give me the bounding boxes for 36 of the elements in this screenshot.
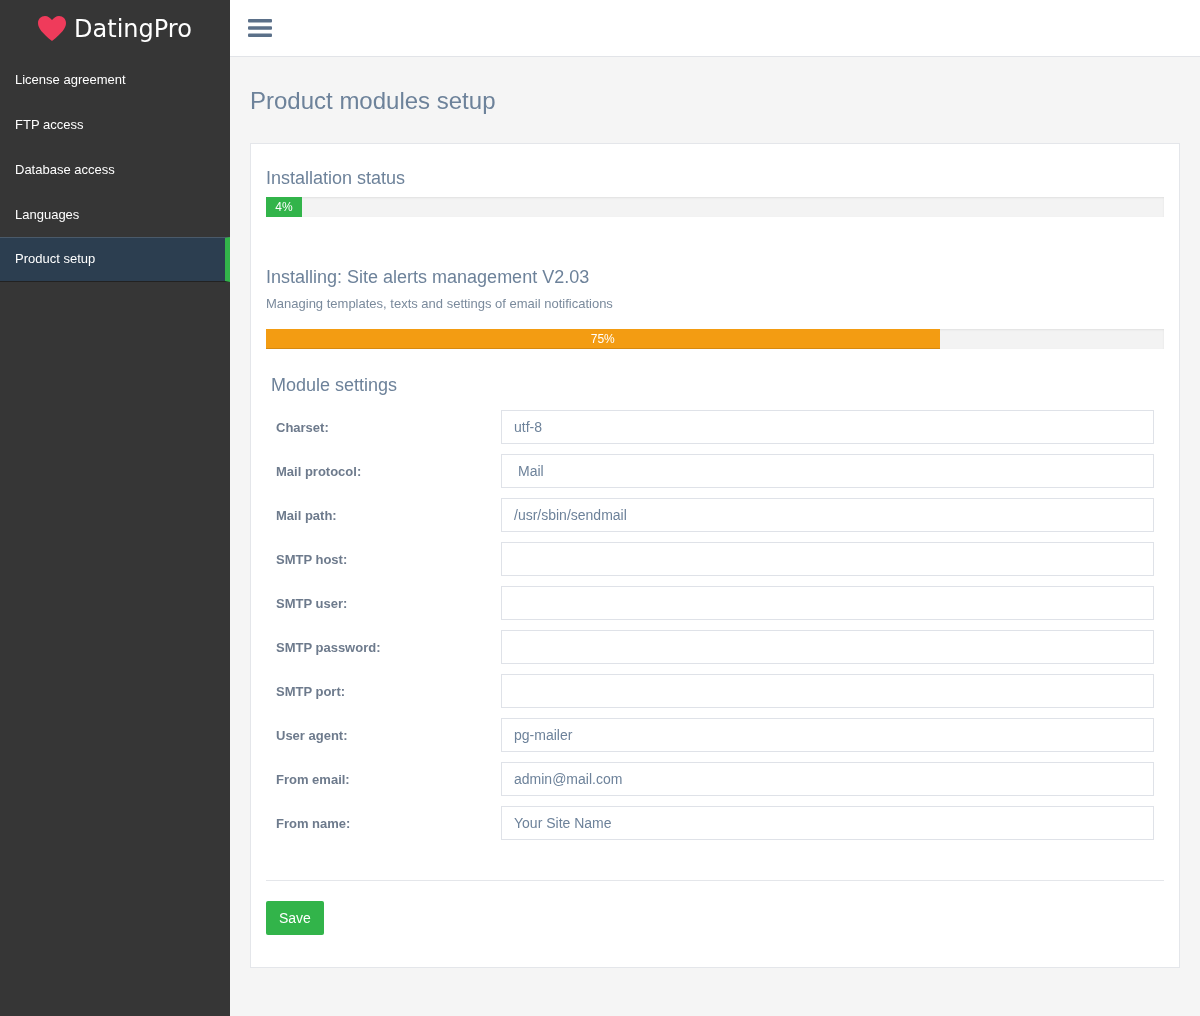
field-label: From email: <box>276 771 351 787</box>
field-label: Mail path: <box>276 507 338 523</box>
sidebar-item[interactable]: Product setup <box>0 237 230 282</box>
section-title: Module settings <box>271 375 399 396</box>
input-field[interactable] <box>501 586 1154 620</box>
progress-fill: 4% <box>266 197 302 217</box>
field-label: From name: <box>276 815 352 831</box>
module-description: Managing templates, texts and settings of email notifications <box>266 296 614 311</box>
input-field[interactable]: utf-8 <box>501 410 1154 444</box>
heart-icon <box>38 15 67 42</box>
field-label: SMTP port: <box>276 683 347 699</box>
field-label: SMTP user: <box>276 595 349 611</box>
select-field[interactable]: Mail <box>501 454 1154 488</box>
brand-name: DatingPro <box>74 14 192 43</box>
input-field[interactable]: /usr/sbin/sendmail <box>501 498 1154 532</box>
field-label: Charset: <box>276 419 330 435</box>
input-field[interactable] <box>501 542 1154 576</box>
sidebar-item[interactable]: Database access <box>0 147 230 192</box>
section-title: Installation status <box>266 168 407 189</box>
field-label: User agent: <box>276 727 349 743</box>
sidebar-item[interactable]: Languages <box>0 192 230 237</box>
input-field[interactable]: Your Site Name <box>501 806 1154 840</box>
input-field[interactable]: pg-mailer <box>501 718 1154 752</box>
input-field[interactable]: admin@mail.com <box>501 762 1154 796</box>
input-field[interactable] <box>501 630 1154 664</box>
section-title: Installing: Site alerts management V2.03 <box>266 267 591 288</box>
page-title: Product modules setup <box>250 87 497 115</box>
menu-icon[interactable] <box>248 18 272 38</box>
sidebar-item[interactable]: FTP access <box>0 102 230 147</box>
field-label: SMTP password: <box>276 639 382 655</box>
field-label: Mail protocol: <box>276 463 363 479</box>
progress-fill: 75% <box>266 329 940 349</box>
field-label: SMTP host: <box>276 551 349 567</box>
input-field[interactable] <box>501 674 1154 708</box>
sidebar-item[interactable]: License agreement <box>0 57 230 102</box>
save-button[interactable]: Save <box>266 901 324 935</box>
